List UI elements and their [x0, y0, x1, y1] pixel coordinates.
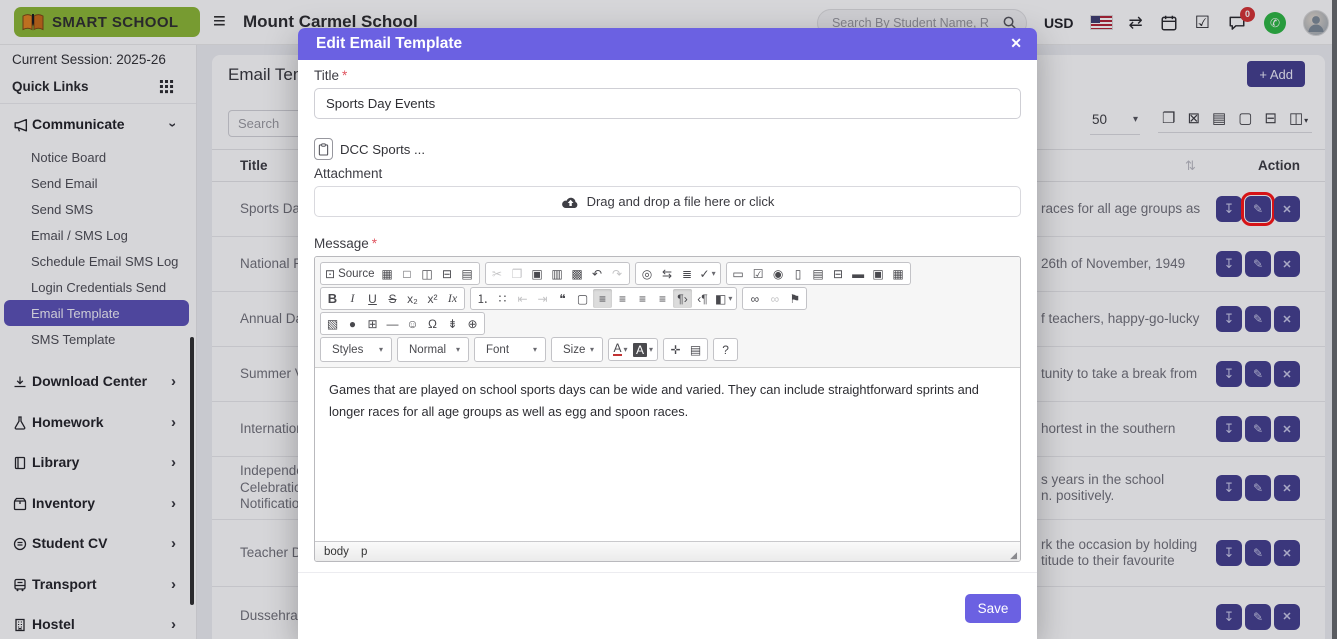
anchor-button[interactable]: ⚑: [785, 289, 804, 308]
bidi-ltr-button[interactable]: ¶›: [673, 289, 692, 308]
editor-toolbar: ⊡ Source ▦ □ ◫ ⊟ ▤ ✂ ❐ ▣ ▥ ▩ ↶ ↷ ◎ ⇆ ≣ ✓ ▾ ▭ ☑ ◉ ▯ ▤ ⊟ ▬ ▣ ▦ BIU…: [315, 257, 1020, 368]
about-button[interactable]: ?: [716, 340, 735, 359]
superscript-button[interactable]: x²: [423, 289, 442, 308]
size-dropdown[interactable]: Size ▾: [554, 339, 600, 360]
align-right-button[interactable]: ≡: [633, 289, 652, 308]
numbered-list-button[interactable]: ⒈: [473, 289, 492, 308]
attachment-label: Attachment: [314, 166, 383, 181]
special-char-button[interactable]: Ω: [423, 314, 442, 333]
clipboard-icon: [314, 138, 333, 160]
paste-text-button[interactable]: ▥: [548, 264, 567, 283]
modal-title: Edit Email Template: [316, 35, 463, 52]
link-button[interactable]: ∞: [745, 289, 764, 308]
bulleted-list-button[interactable]: ∷: [493, 289, 512, 308]
table-button[interactable]: ⊞: [363, 314, 382, 333]
select-field-button[interactable]: ⊟: [829, 264, 848, 283]
cut-button[interactable]: ✂: [488, 264, 507, 283]
editor-content[interactable]: Games that are played on school sports d…: [315, 368, 1020, 541]
align-justify-button[interactable]: ≡: [653, 289, 672, 308]
format-dropdown[interactable]: Normal ▾: [400, 339, 466, 360]
paste-word-button[interactable]: ▩: [568, 264, 587, 283]
outdent-button[interactable]: ⇤: [513, 289, 532, 308]
required-mark: *: [371, 236, 378, 251]
font-dropdown[interactable]: Font ▾: [477, 339, 543, 360]
unlink-button[interactable]: ∞: [765, 289, 784, 308]
strike-button[interactable]: S: [383, 289, 402, 308]
blockquote-button[interactable]: ❝: [553, 289, 572, 308]
preview-button[interactable]: ◫: [418, 264, 437, 283]
templates-button[interactable]: ▤: [458, 264, 477, 283]
page-break-button[interactable]: ⇟: [443, 314, 462, 333]
language-button[interactable]: ◧ ▾: [713, 289, 734, 308]
underline-button[interactable]: U: [363, 289, 382, 308]
source-button[interactable]: ⊡ Source: [323, 264, 377, 283]
resize-handle-icon[interactable]: ◢: [1010, 550, 1017, 561]
radio-button[interactable]: ◉: [769, 264, 788, 283]
textarea-button[interactable]: ▤: [809, 264, 828, 283]
image-button[interactable]: ▧: [323, 314, 342, 333]
iframe-button[interactable]: ⊕: [463, 314, 482, 333]
show-blocks-button[interactable]: ▤: [686, 340, 705, 359]
editor-path-bar: body p ◢: [315, 541, 1020, 561]
paste-button[interactable]: ▣: [528, 264, 547, 283]
required-mark: *: [342, 68, 348, 83]
path-p[interactable]: p: [361, 546, 367, 558]
text-color-button[interactable]: A ▾: [611, 340, 630, 359]
modal-footer-divider: [298, 572, 1037, 573]
text-field-button[interactable]: ▯: [789, 264, 808, 283]
attachment-chip-label: DCC Sports ...: [340, 141, 426, 157]
smiley-button[interactable]: ☺: [403, 314, 422, 333]
app-root: SMART SCHOOL ≡ Mount Carmel School USD ⇄…: [0, 0, 1337, 639]
undo-button[interactable]: ↶: [588, 264, 607, 283]
find-button[interactable]: ◎: [638, 264, 657, 283]
title-field-label: Title *: [314, 68, 348, 83]
bidi-rtl-button[interactable]: ‹¶: [693, 289, 712, 308]
flash-button[interactable]: ●: [343, 314, 362, 333]
save-button[interactable]: ▦: [378, 264, 397, 283]
italic-button[interactable]: I: [343, 289, 362, 308]
path-body[interactable]: body: [324, 546, 349, 558]
attachment-chip[interactable]: DCC Sports ...: [314, 138, 425, 160]
form-button[interactable]: ▭: [729, 264, 748, 283]
message-field-label: Message *: [314, 236, 378, 251]
bg-color-button[interactable]: A ▾: [631, 340, 655, 359]
bold-button[interactable]: B: [323, 289, 342, 308]
redo-button[interactable]: ↷: [608, 264, 627, 283]
rich-text-editor: ⊡ Source ▦ □ ◫ ⊟ ▤ ✂ ❐ ▣ ▥ ▩ ↶ ↷ ◎ ⇆ ≣ ✓ ▾ ▭ ☑ ◉ ▯ ▤ ⊟ ▬ ▣ ▦ BIU…: [314, 256, 1021, 562]
horizontal-rule-button[interactable]: ―: [383, 314, 402, 333]
print-button[interactable]: ⊟: [438, 264, 457, 283]
indent-button[interactable]: ⇥: [533, 289, 552, 308]
new-page-button[interactable]: □: [398, 264, 417, 283]
close-icon[interactable]: ✕: [1010, 35, 1022, 52]
dropzone-text: Drag and drop a file here or click: [586, 194, 775, 209]
replace-button[interactable]: ⇆: [658, 264, 677, 283]
maximize-button[interactable]: ✛: [666, 340, 685, 359]
hidden-field-button[interactable]: ▦: [889, 264, 908, 283]
title-input[interactable]: [314, 88, 1021, 119]
div-button[interactable]: ▢: [573, 289, 592, 308]
checkbox-button[interactable]: ☑: [749, 264, 768, 283]
align-center-button[interactable]: ≡: [613, 289, 632, 308]
align-left-button[interactable]: ≡: [593, 289, 612, 308]
button-button[interactable]: ▬: [849, 264, 868, 283]
remove-format-button[interactable]: Ix: [443, 289, 462, 308]
edit-email-template-modal: Edit Email Template ✕ Title* DCC Sports …: [298, 28, 1037, 639]
cloud-upload-icon: [561, 197, 577, 208]
select-all-button[interactable]: ≣: [678, 264, 697, 283]
spellcheck-button[interactable]: ✓ ▾: [698, 264, 718, 283]
modal-header: Edit Email Template ✕: [298, 28, 1037, 60]
styles-dropdown[interactable]: Styles ▾: [323, 339, 389, 360]
image-button-button[interactable]: ▣: [869, 264, 888, 283]
file-dropzone[interactable]: Drag and drop a file here or click: [314, 186, 1021, 217]
page-scrollbar[interactable]: [1332, 0, 1337, 639]
save-button[interactable]: Save: [965, 594, 1021, 623]
copy-button[interactable]: ❐: [508, 264, 527, 283]
subscript-button[interactable]: x₂: [403, 289, 422, 308]
